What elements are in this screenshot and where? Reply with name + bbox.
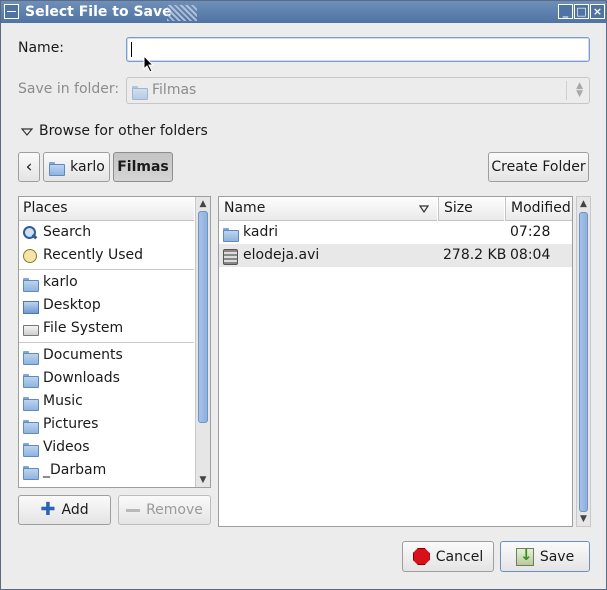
place-recently-used[interactable]: Recently Used <box>22 244 143 267</box>
window-title: Select File to Save <box>25 4 172 20</box>
folder-icon <box>131 83 148 100</box>
scroll-up-icon[interactable]: ▲ <box>196 197 210 211</box>
place-label: Pictures <box>43 416 99 432</box>
place-file-system[interactable]: File System <box>22 317 123 340</box>
mouse-pointer-icon <box>143 55 155 73</box>
place-label: File System <box>43 320 124 336</box>
column-header-modified[interactable]: Modified <box>505 197 572 221</box>
video-file-icon <box>222 248 238 265</box>
scroll-down-icon[interactable]: ▼ <box>196 473 210 487</box>
filename-input[interactable] <box>126 37 590 62</box>
cancel-button[interactable]: Cancel <box>402 541 494 572</box>
place-downloads[interactable]: Downloads <box>22 367 120 390</box>
place-label: Recently Used <box>43 247 144 263</box>
drive-icon <box>22 321 39 337</box>
place-label: Documents <box>43 347 123 363</box>
folder-icon <box>22 394 39 411</box>
name-label: Name: <box>18 40 65 56</box>
stop-icon <box>412 548 430 565</box>
save-button[interactable]: Save <box>500 541 590 572</box>
path-segment-label: karlo <box>70 159 105 175</box>
home-folder-icon <box>22 275 39 292</box>
place-label: karlo <box>43 274 78 290</box>
path-segment-karlo[interactable]: karlo <box>43 152 110 182</box>
file-modified: 08:04 <box>510 247 551 263</box>
file-list-scrollbar[interactable]: ▲ ▼ <box>576 196 591 527</box>
maximize-button[interactable]: □ <box>574 4 589 19</box>
minimize-button[interactable]: _ <box>558 4 573 19</box>
places-scroll-thumb[interactable] <box>198 211 208 423</box>
places-divider <box>19 269 194 270</box>
file-name: elodeja.avi <box>243 247 320 263</box>
place-label: _Darbam <box>43 462 107 478</box>
place-search[interactable]: Search <box>22 221 91 244</box>
folder-icon <box>22 463 39 480</box>
file-modified: 07:28 <box>510 224 551 240</box>
place-label: Desktop <box>43 297 101 313</box>
window-menu-button[interactable] <box>4 4 19 19</box>
save-in-folder-value: Filmas <box>152 82 197 98</box>
places-header[interactable]: Places <box>19 197 194 221</box>
folder-icon <box>22 417 39 434</box>
save-file-dialog: Select File to Save _ □ × Name: Save in … <box>0 0 607 590</box>
cancel-label: Cancel <box>435 548 484 565</box>
file-list-pane: Name Size Modified kadri 07:28 elodeja.a… <box>218 196 573 527</box>
file-size: 278.2 KB <box>443 247 507 263</box>
close-button[interactable]: × <box>590 4 605 19</box>
titlebar-decoration <box>167 5 197 21</box>
save-in-folder-label: Save in folder: <box>18 81 120 97</box>
places-divider <box>19 342 194 343</box>
place-darbam[interactable]: _Darbam <box>22 459 106 482</box>
column-header-name[interactable]: Name <box>219 197 437 221</box>
file-list-scroll-thumb[interactable] <box>579 212 588 512</box>
place-videos[interactable]: Videos <box>22 436 90 459</box>
path-segment-filmas[interactable]: Filmas <box>113 152 173 182</box>
place-documents[interactable]: Documents <box>22 344 123 367</box>
add-label: Add <box>61 502 89 518</box>
scroll-up-icon[interactable]: ▲ <box>577 197 590 211</box>
desktop-icon <box>22 298 39 314</box>
place-karlo[interactable]: karlo <box>22 271 78 294</box>
scroll-down-icon[interactable]: ▼ <box>577 512 590 526</box>
folder-icon <box>222 225 239 242</box>
text-caret <box>131 42 132 57</box>
file-row[interactable]: kadri 07:28 <box>219 221 572 244</box>
save-label: Save <box>539 548 575 565</box>
file-row-selected[interactable]: elodeja.avi 278.2 KB 08:04 <box>219 244 572 267</box>
save-in-folder-combo[interactable]: Filmas ▲ ▼ <box>126 77 590 104</box>
remove-bookmark-button[interactable]: Remove <box>118 495 211 525</box>
place-label: Search <box>43 224 92 240</box>
file-name: kadri <box>243 224 278 240</box>
column-header-size[interactable]: Size <box>438 197 504 221</box>
place-desktop[interactable]: Desktop <box>22 294 101 317</box>
folder-icon <box>22 348 39 365</box>
combo-arrows-icon: ▲ ▼ <box>576 81 583 99</box>
sort-arrow-icon <box>419 205 429 213</box>
plus-icon: ✚ <box>40 499 56 520</box>
title-bar[interactable]: Select File to Save _ □ × <box>1 1 606 23</box>
minus-icon <box>126 508 141 512</box>
place-label: Music <box>43 393 83 409</box>
browse-folders-label: Browse for other folders <box>39 123 208 139</box>
home-folder-icon <box>48 159 66 176</box>
place-music[interactable]: Music <box>22 390 83 413</box>
search-icon <box>22 225 38 241</box>
place-label: Videos <box>43 439 90 455</box>
places-pane: Places Search Recently Used karlo Deskto… <box>18 196 211 488</box>
expander-arrow-icon <box>20 127 34 136</box>
add-bookmark-button[interactable]: ✚ Add <box>18 495 111 525</box>
save-icon <box>515 546 534 566</box>
remove-label: Remove <box>146 502 203 518</box>
places-scrollbar[interactable]: ▲ ▼ <box>195 197 210 487</box>
place-pictures[interactable]: Pictures <box>22 413 98 436</box>
browse-folders-expander[interactable]: Browse for other folders <box>20 120 208 143</box>
place-label: Downloads <box>43 370 120 386</box>
folder-icon <box>22 371 39 388</box>
create-folder-button[interactable]: Create Folder <box>488 152 589 182</box>
recent-icon <box>22 248 38 264</box>
folder-icon <box>22 440 39 457</box>
path-back-button[interactable]: ‹ <box>18 152 40 182</box>
